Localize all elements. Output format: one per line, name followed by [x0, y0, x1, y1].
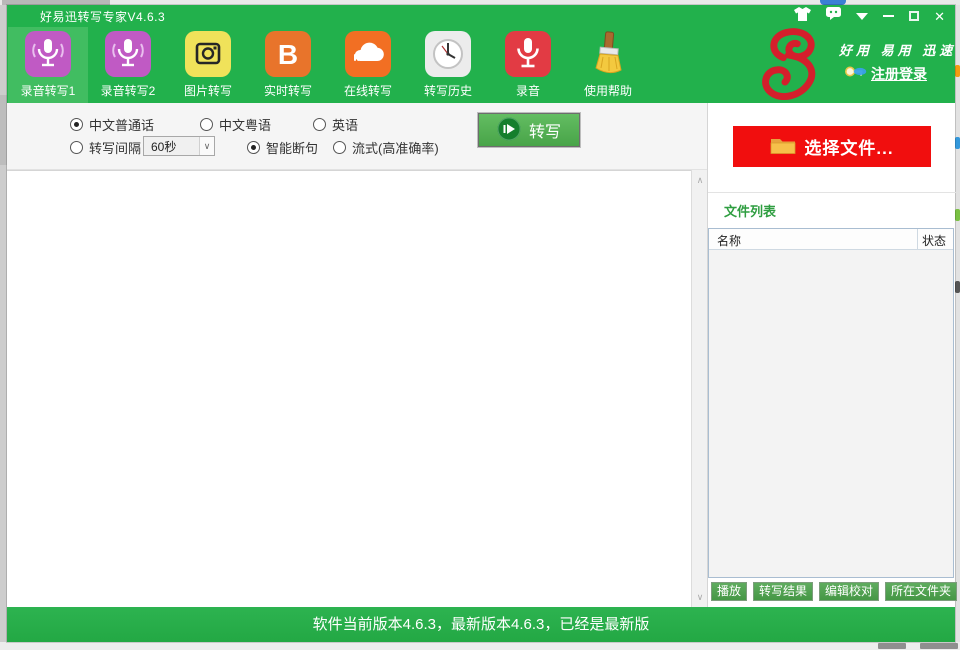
toolbar-item-label: 录音 [516, 82, 540, 99]
brand-logo [755, 28, 829, 103]
folder-icon [770, 136, 796, 157]
toolbar-item-label: 使用帮助 [584, 82, 632, 99]
desktop-icon-artifact [955, 65, 960, 77]
chevron-down-icon: ∨ [199, 137, 214, 155]
version-status-text: 软件当前版本4.6.3，最新版本4.6.3，已经是最新版 [313, 616, 650, 633]
interval-value: 60秒 [144, 138, 199, 155]
radio-smart-segmentation[interactable]: 智能断句 [247, 138, 318, 157]
letter-b-icon: B [265, 31, 311, 77]
desktop-text-artifact [920, 643, 958, 649]
play-file-button[interactable]: 播放 [711, 582, 747, 601]
file-list-header: 名称 状态 [709, 229, 953, 250]
transcribe-result-button[interactable]: 转写结果 [753, 582, 813, 601]
select-file-button[interactable]: 选择文件... [733, 126, 931, 167]
camera-icon [185, 31, 231, 77]
radio-mandarin[interactable]: 中文普通话 [70, 115, 154, 134]
toolbar-item-realtime-transcribe[interactable]: B 实时转写 [248, 27, 328, 103]
column-header-status[interactable]: 状态 [917, 229, 953, 249]
column-header-name[interactable]: 名称 [709, 229, 917, 249]
toolbar-item-label: 录音转写1 [21, 82, 76, 99]
app-window: 好易迅转写专家V4.6.3 ✕ 录音转写1 [7, 5, 955, 642]
radio-icon [70, 141, 83, 154]
open-folder-button[interactable]: 所在文件夹 [885, 582, 957, 601]
edit-proofread-button[interactable]: 编辑校对 [819, 582, 879, 601]
radio-icon [70, 118, 83, 131]
svg-text:B: B [278, 39, 298, 70]
maximize-button[interactable] [909, 11, 919, 21]
toolbar-item-online-transcribe[interactable]: 在线转写 [328, 27, 408, 103]
play-icon [497, 117, 521, 144]
radio-english[interactable]: 英语 [313, 115, 358, 134]
radio-label: 转写间隔 [89, 138, 141, 157]
radio-streaming[interactable]: 流式(高准确率) [333, 138, 439, 157]
title-bar[interactable]: 好易迅转写专家V4.6.3 ✕ [7, 5, 955, 27]
toolbar-item-image-transcribe[interactable]: 图片转写 [168, 27, 248, 103]
file-list-title: 文件列表 [724, 201, 776, 220]
select-file-label: 选择文件... [804, 134, 893, 159]
radio-icon [333, 141, 346, 154]
desktop-edge-right [955, 5, 960, 642]
feedback-message-icon[interactable] [826, 7, 841, 25]
key-icon [845, 64, 867, 84]
radio-label: 智能断句 [266, 138, 318, 157]
radio-interval[interactable]: 转写间隔 [70, 138, 141, 157]
file-list-table: 名称 状态 [708, 228, 954, 578]
divider [708, 192, 956, 193]
clock-icon [425, 31, 471, 77]
transcript-content-area[interactable] [7, 170, 691, 607]
register-login-link[interactable]: 注册登录 [845, 64, 927, 84]
radio-label: 中文普通话 [89, 115, 154, 134]
radio-icon [200, 118, 213, 131]
brush-icon [585, 31, 631, 77]
close-button[interactable]: ✕ [934, 10, 945, 23]
window-title: 好易迅转写专家V4.6.3 [7, 8, 165, 25]
interval-select[interactable]: 60秒 ∨ [143, 136, 215, 156]
brand-slogan: 好用 易用 迅速 [839, 40, 956, 59]
desktop-icon-artifact [955, 209, 960, 221]
radio-label: 流式(高准确率) [352, 138, 439, 157]
options-bar: 中文普通话 中文粤语 英语 转写间隔 60秒 ∨ 智能断句 流式(高准确率) [7, 103, 707, 170]
microphone-icon [505, 31, 551, 77]
menu-dropdown-icon[interactable] [856, 13, 868, 20]
scroll-down-icon[interactable]: ∨ [692, 589, 708, 605]
file-panel: 选择文件... 文件列表 名称 状态 播放 转写结果 编辑校对 所在文件夹 [707, 103, 955, 607]
toolbar-item-label: 录音转写2 [101, 82, 156, 99]
toolbar-item-history[interactable]: 转写历史 [408, 27, 488, 103]
register-login-label: 注册登录 [871, 64, 927, 84]
toolbar-item-help[interactable]: 使用帮助 [568, 27, 648, 103]
toolbar-item-record[interactable]: 录音 [488, 27, 568, 103]
scroll-up-icon[interactable]: ∧ [692, 172, 708, 188]
toolbar-item-record-transcribe-2[interactable]: 录音转写2 [88, 27, 168, 103]
desktop-icon-artifact [955, 137, 960, 149]
cloud-icon [345, 31, 391, 77]
radio-label: 中文粤语 [219, 115, 271, 134]
desktop-edge-bottom [0, 642, 960, 650]
minimize-button[interactable] [883, 15, 894, 17]
radio-label: 英语 [332, 115, 358, 134]
file-list-body[interactable] [709, 250, 953, 577]
desktop-text-artifact [878, 643, 906, 649]
toolbar-item-label: 在线转写 [344, 82, 392, 99]
transcribe-button-label: 转写 [529, 118, 561, 142]
radio-cantonese[interactable]: 中文粤语 [200, 115, 271, 134]
desktop-edge-left [0, 5, 7, 642]
microphone-waves-icon [25, 31, 71, 77]
radio-icon [247, 141, 260, 154]
microphone-waves-icon [105, 31, 151, 77]
toolbar-item-label: 实时转写 [264, 82, 312, 99]
toolbar: 录音转写1 录音转写2 图片转写 B 实时转写 [7, 27, 955, 103]
transcribe-button[interactable]: 转写 [478, 113, 580, 147]
toolbar-item-record-transcribe-1[interactable]: 录音转写1 [8, 27, 88, 103]
toolbar-item-label: 图片转写 [184, 82, 232, 99]
radio-icon [313, 118, 326, 131]
file-actions: 播放 转写结果 编辑校对 所在文件夹 [711, 582, 957, 601]
vertical-scrollbar[interactable]: ∧ ∨ [691, 170, 707, 607]
skin-theme-icon[interactable] [794, 7, 811, 26]
desktop-icon-artifact [955, 281, 960, 293]
toolbar-item-label: 转写历史 [424, 82, 472, 99]
status-bar: 软件当前版本4.6.3，最新版本4.6.3，已经是最新版 [7, 607, 955, 642]
